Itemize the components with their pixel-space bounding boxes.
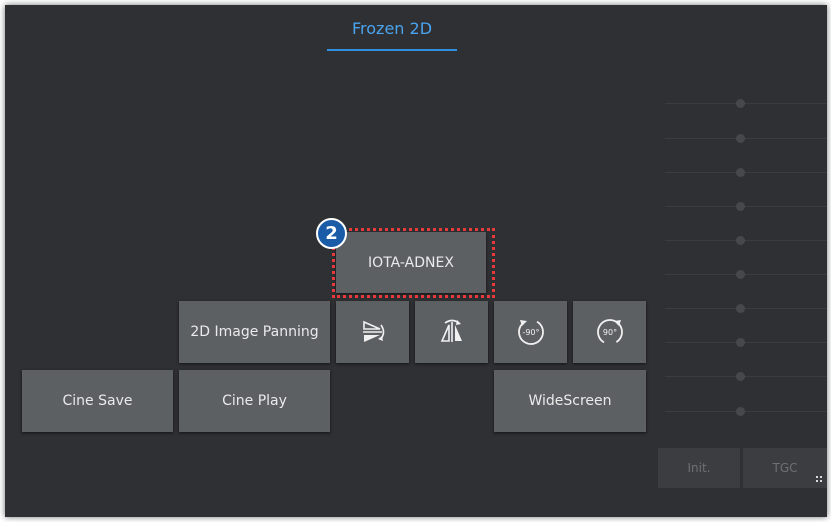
tgc-slider-track[interactable] — [665, 308, 827, 309]
widescreen-button[interactable]: WideScreen — [494, 370, 646, 432]
tgc-slider-handle[interactable] — [736, 270, 745, 279]
tgc-slider-handle[interactable] — [736, 372, 745, 381]
tgc-slider-handle[interactable] — [736, 338, 745, 347]
tgc-slider-handle[interactable] — [736, 168, 745, 177]
tgc-slider-track[interactable] — [665, 206, 827, 207]
flip-horizontal-icon — [362, 320, 384, 342]
image-panning-label: 2D Image Panning — [190, 324, 319, 340]
rotate-right-label: 90° — [602, 328, 616, 337]
tgc-button[interactable]: TGC — [743, 448, 827, 488]
rotate-right-button[interactable]: 90° — [573, 301, 646, 363]
tgc-slider-track[interactable] — [665, 376, 827, 377]
cine-save-button[interactable]: Cine Save — [22, 370, 173, 432]
iota-adnex-label: IOTA-ADNEX — [368, 254, 454, 271]
title-tab-indicator — [327, 49, 457, 51]
tgc-slider-track[interactable] — [665, 411, 827, 412]
rotate-left-button[interactable]: -90° — [494, 301, 567, 363]
rotate-left-icon: -90° — [517, 319, 544, 345]
step-badge-number: 2 — [325, 223, 338, 244]
flip-vertical-button[interactable] — [415, 301, 488, 363]
tgc-slider-handle[interactable] — [736, 236, 745, 245]
tgc-slider-handle[interactable] — [736, 407, 745, 416]
tgc-slider-handle[interactable] — [736, 134, 745, 143]
rotate-left-label: -90° — [522, 328, 539, 337]
widescreen-label: WideScreen — [528, 393, 612, 409]
tgc-slider-handle[interactable] — [736, 99, 745, 108]
tgc-init-label: Init. — [687, 461, 711, 475]
tgc-slider-track[interactable] — [665, 172, 827, 173]
tgc-slider-track[interactable] — [665, 342, 827, 343]
flip-horizontal-button[interactable] — [336, 301, 409, 363]
frozen-2d-panel: Frozen 2D IOTA-ADNEX 2 2D Image Panning — [5, 5, 827, 517]
tgc-label: TGC — [772, 461, 798, 475]
page-title[interactable]: Frozen 2D — [327, 19, 457, 38]
iota-adnex-button[interactable]: IOTA-ADNEX — [336, 232, 486, 293]
flip-vertical-icon — [440, 319, 462, 342]
tgc-slider-track[interactable] — [665, 138, 827, 139]
cine-play-label: Cine Play — [222, 393, 287, 409]
cine-play-button[interactable]: Cine Play — [179, 370, 330, 432]
tgc-slider-handle[interactable] — [736, 202, 745, 211]
tgc-slider-track[interactable] — [665, 103, 827, 104]
tgc-slider-track[interactable] — [665, 274, 827, 275]
tgc-slider-track[interactable] — [665, 240, 827, 241]
image-panning-button[interactable]: 2D Image Panning — [179, 301, 330, 363]
tgc-slider-handle[interactable] — [736, 304, 745, 313]
grip-icon — [816, 476, 822, 482]
rotate-right-icon: 90° — [596, 319, 623, 345]
tgc-init-button[interactable]: Init. — [658, 448, 740, 488]
step-badge: 2 — [316, 218, 347, 249]
cine-save-label: Cine Save — [62, 393, 133, 409]
